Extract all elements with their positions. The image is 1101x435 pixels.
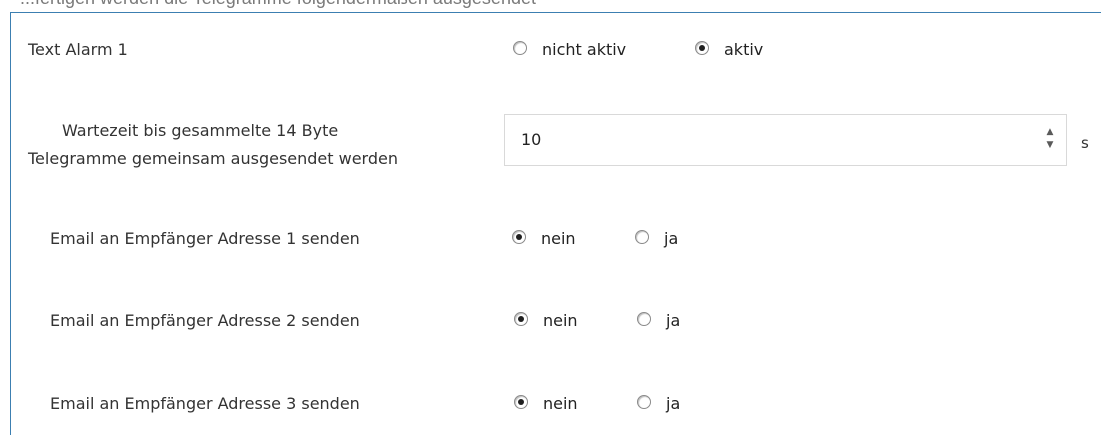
radio-dot-icon [518,316,524,322]
email-1-no-label[interactable]: nein [541,229,576,249]
spin-down-icon[interactable]: ▼ [1044,140,1056,150]
wait-time-spinbox[interactable]: 10 ▲ ▼ [504,114,1067,166]
email-1-yes-radio[interactable] [635,230,649,244]
email-2-label: Email an Empfänger Adresse 2 senden [50,311,360,330]
email-1-label: Email an Empfänger Adresse 1 senden [50,229,360,248]
text-alarm-off-label[interactable]: nicht aktiv [542,40,626,60]
spin-up-icon[interactable]: ▲ [1044,127,1056,137]
text-alarm-off-radio[interactable] [513,41,527,55]
radio-dot-icon [516,234,522,240]
wait-time-value[interactable]: 10 [521,129,541,151]
text-alarm-label: Text Alarm 1 [28,40,128,59]
cut-off-heading-text: ...fertigen werden die Telegramme folgen… [20,0,536,9]
email-1-yes-label[interactable]: ja [664,229,678,249]
parameter-panel [10,12,1101,435]
email-1-no-radio[interactable] [512,230,526,244]
email-3-yes-radio[interactable] [637,395,651,409]
wait-time-unit: s [1081,134,1089,152]
email-2-yes-radio[interactable] [637,312,651,326]
email-3-label: Email an Empfänger Adresse 3 senden [50,394,360,413]
text-alarm-on-radio[interactable] [695,41,709,55]
radio-dot-icon [699,45,705,51]
wait-time-label-line1: Wartezeit bis gesammelte 14 Byte [62,121,339,140]
email-2-no-label[interactable]: nein [543,311,578,331]
wait-time-label-line2: Telegramme gemeinsam ausgesendet werden [28,149,398,168]
radio-dot-icon [518,399,524,405]
text-alarm-on-label[interactable]: aktiv [724,40,763,60]
email-2-no-radio[interactable] [514,312,528,326]
email-3-yes-label[interactable]: ja [666,394,680,414]
email-3-no-radio[interactable] [514,395,528,409]
email-3-no-label[interactable]: nein [543,394,578,414]
email-2-yes-label[interactable]: ja [666,311,680,331]
